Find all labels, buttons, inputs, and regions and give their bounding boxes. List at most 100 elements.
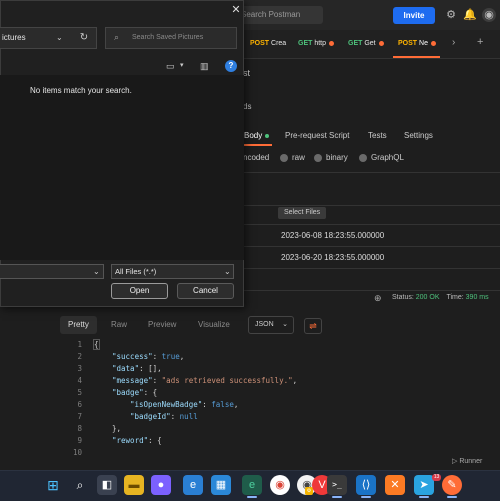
line-number: 1 bbox=[77, 340, 82, 349]
file-type-select[interactable]: All Files (*.*) bbox=[111, 264, 234, 279]
time-label: Time: bbox=[446, 294, 464, 301]
search-icon[interactable]: ⌕ bbox=[70, 475, 90, 495]
tab-get-http[interactable]: GET http bbox=[298, 30, 342, 58]
globe-icon[interactable]: ⊕ bbox=[374, 293, 382, 304]
chevron-down-icon[interactable]: ⌄ bbox=[56, 27, 66, 49]
status-value[interactable]: 200 OK bbox=[416, 294, 440, 301]
add-tab-icon[interactable]: + bbox=[477, 36, 483, 48]
tab-pretty[interactable]: Pretty bbox=[60, 316, 97, 334]
select-files-button[interactable]: Select Files bbox=[278, 207, 327, 219]
chevron-down-icon[interactable]: ▾ bbox=[180, 60, 184, 72]
notification-badge: 13 bbox=[432, 474, 441, 481]
radio-graphql[interactable]: GraphQL bbox=[359, 152, 404, 164]
line-number: 5 bbox=[77, 388, 82, 397]
postman-icon[interactable]: ✎ bbox=[442, 475, 462, 495]
task-view-icon[interactable]: ◧ bbox=[97, 475, 117, 495]
line-number: 2 bbox=[77, 352, 82, 361]
invite-button[interactable]: Invite bbox=[393, 7, 435, 24]
chrome-icon[interactable]: ◉ bbox=[270, 475, 290, 495]
code-line: "badge": { bbox=[112, 388, 158, 397]
tab-method: GET bbox=[298, 40, 313, 47]
line-number: 7 bbox=[77, 412, 82, 421]
section-label: ds bbox=[243, 102, 252, 111]
avatar[interactable]: ◉ bbox=[482, 8, 496, 22]
response-body-editor[interactable]: 1 2 3 4 5 6 7 8 9 10 { "success": true, … bbox=[0, 339, 500, 457]
radio-circle bbox=[359, 153, 367, 162]
subtab-settings[interactable]: Settings bbox=[404, 129, 433, 143]
response-status: Status: 200 OK Time: 390 ms bbox=[392, 294, 489, 301]
telegram-icon[interactable]: ➤ bbox=[414, 475, 434, 495]
preview-pane-icon[interactable]: ▥ bbox=[200, 60, 209, 72]
active-app-indicator bbox=[361, 496, 371, 498]
status-dot bbox=[265, 133, 270, 138]
active-app-indicator bbox=[247, 496, 257, 498]
line-number: 8 bbox=[77, 424, 82, 433]
format-select[interactable]: JSON ⌄ bbox=[248, 316, 294, 334]
line-number: 6 bbox=[77, 400, 82, 409]
close-icon[interactable]: ✕ bbox=[228, 2, 244, 18]
code-line: "success": true, bbox=[112, 352, 185, 361]
unsaved-dot bbox=[378, 40, 384, 46]
radio-raw[interactable]: raw bbox=[280, 152, 305, 164]
tab-method: POST bbox=[398, 40, 418, 47]
subtab-label: Body bbox=[244, 131, 263, 140]
line-number: 10 bbox=[72, 448, 82, 457]
chevron-down-icon: ⌄ bbox=[282, 321, 288, 328]
line-number: 9 bbox=[77, 436, 82, 445]
divider bbox=[243, 172, 500, 173]
tab-post-create[interactable]: POST Crea bbox=[250, 30, 290, 58]
tab-preview[interactable]: Preview bbox=[140, 316, 184, 334]
radio-urlencoded[interactable]: ncoded bbox=[243, 152, 269, 164]
tab-get-get[interactable]: GET Get bbox=[348, 30, 390, 58]
chevron-right-icon[interactable]: › bbox=[452, 37, 455, 48]
unsaved-dot bbox=[329, 40, 335, 46]
subtab-tests[interactable]: Tests bbox=[368, 129, 387, 143]
tab-post-new[interactable]: POST Ne bbox=[398, 30, 440, 58]
radio-circle bbox=[280, 153, 288, 162]
code-line: { bbox=[93, 339, 100, 350]
tab-raw[interactable]: Raw bbox=[103, 316, 135, 334]
notifications-icon[interactable]: 🔔 bbox=[463, 8, 477, 22]
chevron-down-icon[interactable]: ⌄ bbox=[224, 264, 234, 279]
terminal-icon[interactable]: >_ bbox=[327, 475, 347, 495]
tab-method: POST bbox=[250, 40, 270, 47]
store-icon[interactable]: ▦ bbox=[211, 475, 231, 495]
code-line: "isOpenNewBadge": false, bbox=[130, 400, 239, 409]
wrap-lines-icon[interactable]: ⇌ bbox=[304, 318, 322, 334]
file-list[interactable] bbox=[0, 75, 244, 260]
file-explorer-icon[interactable]: ▬ bbox=[124, 475, 144, 495]
radio-label: ncoded bbox=[243, 153, 270, 162]
cancel-button[interactable]: Cancel bbox=[177, 283, 234, 299]
postman-search-input[interactable]: Search Postman bbox=[235, 6, 323, 24]
open-button[interactable]: Open bbox=[111, 283, 168, 299]
code-line: "reword": { bbox=[112, 436, 162, 445]
dialog-title-bar[interactable] bbox=[0, 0, 244, 22]
table-cell-date[interactable]: 2023-06-20 18:23:55.000000 bbox=[281, 252, 384, 264]
tab-method: GET bbox=[348, 40, 363, 47]
active-app-indicator bbox=[332, 496, 342, 498]
refresh-icon[interactable]: ↻ bbox=[76, 27, 92, 49]
subtab-body[interactable]: Body bbox=[244, 129, 270, 143]
subtab-pre-request-script[interactable]: Pre-request Script bbox=[285, 129, 349, 143]
table-cell-date[interactable]: 2023-06-08 18:23:55.000000 bbox=[281, 230, 384, 242]
settings-icon[interactable]: ⚙ bbox=[444, 8, 458, 22]
active-subtab-indicator bbox=[244, 144, 272, 146]
vscode-icon[interactable]: ⟨⟩ bbox=[356, 475, 376, 495]
chevron-down-icon[interactable]: ⌄ bbox=[93, 264, 103, 279]
tab-label: Crea bbox=[271, 40, 287, 47]
format-select-value: JSON bbox=[255, 321, 274, 328]
radio-label: GraphQL bbox=[371, 153, 404, 162]
tab-visualize[interactable]: Visualize bbox=[190, 316, 238, 334]
edge-icon[interactable]: e bbox=[183, 475, 203, 495]
radio-binary[interactable]: binary bbox=[314, 152, 348, 164]
view-menu-icon[interactable]: ▭ bbox=[166, 60, 175, 72]
help-icon[interactable]: ? bbox=[225, 60, 237, 72]
runner-button[interactable]: ▷ Runner bbox=[452, 457, 482, 465]
request-title: st bbox=[243, 68, 251, 78]
xampp-icon[interactable]: ✕ bbox=[385, 475, 405, 495]
windows-start-icon[interactable]: ⊞ bbox=[43, 475, 63, 495]
file-name-input[interactable] bbox=[0, 264, 104, 279]
chat-icon[interactable]: ● bbox=[151, 475, 171, 495]
time-value[interactable]: 390 ms bbox=[466, 294, 489, 301]
edge-dev-icon[interactable]: e bbox=[242, 475, 262, 495]
